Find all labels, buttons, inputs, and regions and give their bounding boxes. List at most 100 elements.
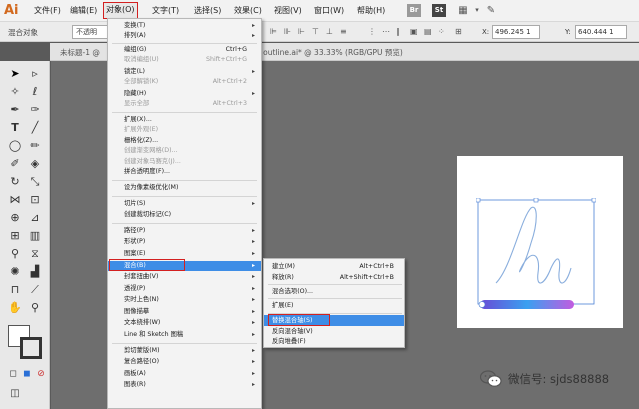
menu-item-expand[interactable]: 扩展(X)... <box>108 115 261 125</box>
scale-tool-icon[interactable]: ⤡ <box>28 175 42 189</box>
slice-tool-icon[interactable]: ⟋ <box>28 283 42 297</box>
chevron-down-icon[interactable]: ▾ <box>470 4 484 17</box>
shaper-tool-icon[interactable]: ✐ <box>8 157 22 171</box>
menu-item-shape[interactable]: 形状(P) ▸ <box>108 237 261 247</box>
transform-icon[interactable]: ⊞ <box>455 27 462 36</box>
menu-item-arrange[interactable]: 排列(A) ▸ <box>108 31 261 41</box>
menu-item-lock[interactable]: 锁定(L) ▸ <box>108 67 261 77</box>
menu-separator <box>268 298 402 299</box>
blend-tool-icon[interactable]: ⧖ <box>28 247 42 261</box>
menu-type[interactable]: 文字(T) <box>150 4 181 18</box>
ellipse-tool-icon[interactable]: ◯ <box>8 139 22 153</box>
menu-item-compound-path[interactable]: 复合路径(O) ▸ <box>108 357 261 367</box>
gradient-tool-icon[interactable]: ▥ <box>28 229 42 243</box>
blend-artwork[interactable] <box>476 198 596 318</box>
shape-builder-icon[interactable]: ⊕ <box>8 211 22 225</box>
selection-tool-icon[interactable]: ➤ <box>8 67 22 81</box>
none-mode-icon[interactable]: ⊘ <box>34 367 48 381</box>
menu-edit[interactable]: 编辑(E) <box>68 4 99 18</box>
bridge-icon[interactable]: Br <box>407 4 421 17</box>
menu-select[interactable]: 选择(S) <box>192 4 223 18</box>
distribute-vertical-icon[interactable]: ⋮ <box>368 27 376 36</box>
gradient-mode-icon[interactable]: ◼ <box>20 367 34 381</box>
distribute-icon[interactable]: ≡ <box>340 27 347 36</box>
submenu-arrow-icon: ▸ <box>251 308 255 315</box>
pen-tool-icon[interactable]: ✒ <box>8 103 22 117</box>
menu-item-slice[interactable]: 切片(S) ▸ <box>108 199 261 209</box>
align-top-icon[interactable]: ⊤ <box>312 27 319 36</box>
menu-item-flatten-transparency[interactable]: 拼合透明度(F)... <box>108 167 261 177</box>
submenu-arrow-icon: ▸ <box>251 273 255 280</box>
menu-item-artboards[interactable]: 画板(A) ▸ <box>108 369 261 379</box>
submenu-item-blend-options[interactable]: 混合选项(O)... <box>264 286 404 297</box>
align-right-icon[interactable]: ⊩ <box>298 27 305 36</box>
paintbrush-icon[interactable]: ✏ <box>28 139 42 153</box>
distribute-spacing-icon[interactable]: ∥ <box>396 27 400 36</box>
menu-item-live-paint[interactable]: 实时上色(N) ▸ <box>108 295 261 305</box>
menu-item-path[interactable]: 路径(P) ▸ <box>108 226 261 236</box>
type-tool-icon[interactable]: T <box>8 121 22 135</box>
workspace-grid-icon[interactable]: ▦ <box>456 4 470 17</box>
rotate-tool-icon[interactable]: ↻ <box>8 175 22 189</box>
eraser-icon[interactable]: ◈ <box>28 157 42 171</box>
menu-item-graph[interactable]: 图表(R) ▸ <box>108 380 261 390</box>
menu-item-pixel-perfect[interactable]: 设为像素级优化(M) <box>108 183 261 193</box>
menu-item-line-sketch[interactable]: Line 和 Sketch 图稿 ▸ <box>108 330 261 340</box>
menu-file[interactable]: 文件(F) <box>32 4 63 18</box>
menu-item-pattern[interactable]: 图案(E) ▸ <box>108 249 261 259</box>
menu-separator <box>112 196 257 197</box>
color-mode-icon[interactable]: ◻ <box>6 367 20 381</box>
menu-item-envelope-distort[interactable]: 封套扭曲(V) ▸ <box>108 272 261 282</box>
align-options-icon[interactable]: ▤ <box>424 27 432 36</box>
zoom-tool-icon[interactable]: ⚲ <box>28 301 42 315</box>
menu-item-text-wrap[interactable]: 文本绕排(W) ▸ <box>108 318 261 328</box>
menu-item-clipping-mask[interactable]: 剪切蒙版(M) ▸ <box>108 346 261 356</box>
menu-item-transform[interactable]: 变换(T) ▸ <box>108 21 261 31</box>
menu-object[interactable]: 对象(O) <box>103 2 138 19</box>
stroke-swatch[interactable] <box>20 337 42 359</box>
submenu-item-make[interactable]: 建立(M) Alt+Ctrl+B <box>264 261 404 272</box>
perspective-grid-icon[interactable]: ⊿ <box>28 211 42 225</box>
menu-item-group[interactable]: 编组(G) Ctrl+G <box>108 45 261 55</box>
reference-point-icon[interactable]: ⁘ <box>438 27 445 36</box>
magic-wand-icon[interactable]: ✧ <box>8 85 22 99</box>
align-left-icon[interactable]: ⊫ <box>270 27 277 36</box>
menu-view[interactable]: 视图(V) <box>272 4 304 18</box>
menu-bar: Ai 文件(F) 编辑(E) 对象(O) 文字(T) 选择(S) 效果(C) 视… <box>0 0 639 22</box>
artboard-tool-icon[interactable]: ⊓ <box>8 283 22 297</box>
tab-outline[interactable]: g outline.ai* @ 33.33% (RGB/GPU 预览) <box>256 47 403 58</box>
tab-untitled[interactable]: 未标题-1 @ <box>60 47 100 58</box>
menu-help[interactable]: 帮助(H) <box>355 4 387 18</box>
y-input[interactable]: 640.444 1 <box>575 25 627 39</box>
direct-selection-tool-icon[interactable]: ▹ <box>28 67 42 81</box>
menu-item-hide[interactable]: 隐藏(H) ▸ <box>108 89 261 99</box>
menu-item-trim-marks[interactable]: 创建裁切标记(C) <box>108 210 261 220</box>
eyedropper-icon[interactable]: ⚲ <box>8 247 22 261</box>
align-middle-icon[interactable]: ⊥ <box>326 27 333 36</box>
menu-item-image-trace[interactable]: 图像描摹 ▸ <box>108 307 261 317</box>
symbol-sprayer-icon[interactable]: ✺ <box>8 265 22 279</box>
graph-tool-icon[interactable]: ▟ <box>28 265 42 279</box>
draw-mode-icon[interactable]: ◫ <box>8 387 22 401</box>
distribute-horizontal-icon[interactable]: ⋯ <box>382 27 390 36</box>
submenu-item-reverse-front-to-back[interactable]: 反向堆叠(F) <box>264 336 404 347</box>
curvature-tool-icon[interactable]: ✑ <box>28 103 42 117</box>
menu-window[interactable]: 窗口(W) <box>312 4 346 18</box>
align-to-icon[interactable]: ▣ <box>410 27 418 36</box>
stock-icon[interactable]: St <box>432 4 446 17</box>
submenu-item-expand[interactable]: 扩展(E) <box>264 300 404 311</box>
free-transform-icon[interactable]: ⊡ <box>28 193 42 207</box>
x-input[interactable]: 496.245 1 <box>492 25 540 39</box>
menu-effect[interactable]: 效果(C) <box>232 4 264 18</box>
opacity-field[interactable]: 不透明 <box>72 25 108 39</box>
width-tool-icon[interactable]: ⋈ <box>8 193 22 207</box>
hand-tool-icon[interactable]: ✋ <box>8 301 22 315</box>
menu-item-rasterize[interactable]: 栅格化(Z)... <box>108 136 261 146</box>
line-tool-icon[interactable]: ╱ <box>28 121 42 135</box>
submenu-item-release[interactable]: 释放(R) Alt+Shift+Ctrl+B <box>264 272 404 283</box>
menu-item-perspective[interactable]: 透视(P) ▸ <box>108 284 261 294</box>
brush-icon[interactable]: ✎ <box>484 4 498 17</box>
mesh-tool-icon[interactable]: ⊞ <box>8 229 22 243</box>
lasso-icon[interactable]: ℓ <box>28 85 42 99</box>
align-center-icon[interactable]: ⊪ <box>284 27 291 36</box>
